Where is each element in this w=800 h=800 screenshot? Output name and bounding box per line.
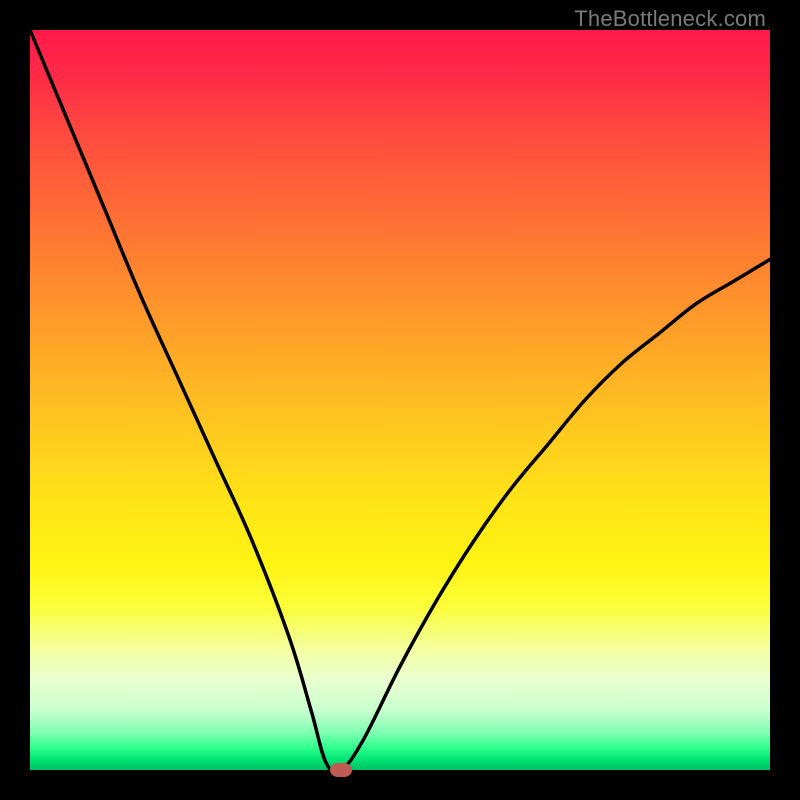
plot-area [30, 30, 770, 770]
watermark-text: TheBottleneck.com [574, 6, 766, 32]
curve-path [30, 30, 770, 772]
bottleneck-curve [30, 30, 770, 770]
chart-frame: TheBottleneck.com [0, 0, 800, 800]
optimum-marker [330, 763, 352, 777]
